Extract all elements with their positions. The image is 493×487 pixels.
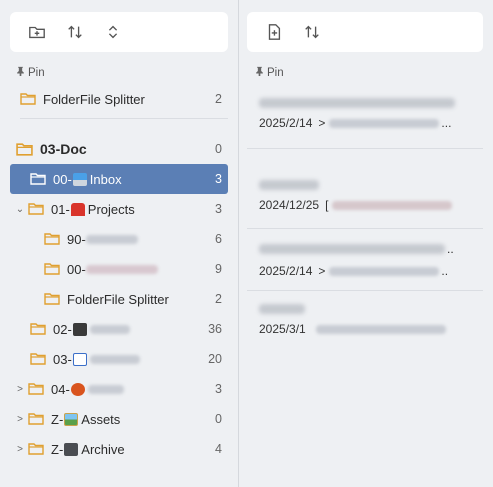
folder-item-archive[interactable]: > Z- Archive 4 [14, 434, 228, 464]
note-meta: 2024/12/25 [ [259, 198, 477, 212]
folder-item-folderfile-splitter[interactable]: FolderFile Splitter 2 [44, 284, 228, 314]
expand-collapse-icon[interactable] [102, 21, 124, 43]
chevron-right-icon[interactable]: > [14, 414, 26, 425]
folder-item-03[interactable]: 03- 20 [30, 344, 228, 374]
folder-icon [44, 293, 60, 305]
folder-item-projects[interactable]: ⌄ 01- Projects 3 [14, 194, 228, 224]
sort-icon[interactable] [64, 21, 86, 43]
folder-icon [44, 263, 60, 275]
folder-icon [28, 413, 44, 425]
file-cabinet-emoji-icon [64, 442, 79, 456]
inbox-tray-icon [72, 172, 87, 186]
redacted-title [259, 98, 455, 108]
redacted-preview [329, 266, 440, 276]
note-item[interactable]: 2024/12/25 [ [259, 180, 477, 212]
pin-section-label: Pin [16, 66, 45, 79]
folder-item-inbox[interactable]: 00- Inbox 3 [10, 164, 228, 194]
redacted-text [89, 354, 140, 364]
divider [247, 290, 483, 291]
folder-icon [44, 233, 60, 245]
folder-item-90[interactable]: 90- 6 [44, 224, 228, 254]
divider [20, 118, 228, 119]
pin-section-label: Pin [255, 66, 284, 79]
redacted-preview [332, 200, 453, 210]
folder-icon [30, 173, 46, 185]
note-meta: 2025/3/1 [259, 322, 477, 336]
pinned-folder-item[interactable]: FolderFile Splitter 2 [20, 84, 228, 114]
chevron-right-icon[interactable]: > [14, 444, 26, 455]
folder-pane: Pin FolderFile Splitter 2 03-Doc 0 00- I… [0, 0, 238, 487]
note-item[interactable]: 2025/2/14 > ... [259, 98, 477, 130]
folder-item-assets[interactable]: > Z- Assets 0 [14, 404, 228, 434]
redacted-text [87, 384, 124, 394]
file-pane: Pin 2025/2/14 > ... 2024/12/25 [ .. 2025… [239, 0, 493, 487]
folder-item-02[interactable]: 02- 36 [30, 314, 228, 344]
folder-icon [28, 383, 44, 395]
pushpin-emoji-icon [70, 202, 85, 216]
folder-toolbar [10, 12, 228, 52]
book-emoji-icon [72, 352, 87, 366]
note-meta: 2025/2/14 > .. [259, 264, 449, 278]
pin-icon [255, 66, 264, 79]
new-folder-icon[interactable] [26, 21, 48, 43]
redacted-title [259, 244, 445, 254]
folder-icon [30, 353, 46, 365]
folder-emoji-icon [72, 322, 87, 336]
redacted-title [259, 180, 319, 190]
picture-emoji-icon [64, 412, 79, 426]
note-meta: 2025/2/14 > ... [259, 116, 452, 130]
redacted-text [85, 234, 138, 244]
chevron-right-icon[interactable]: > [14, 384, 26, 395]
folder-icon [16, 142, 33, 156]
redacted-preview [329, 118, 440, 128]
folder-item-00[interactable]: 00- 9 [44, 254, 228, 284]
divider [247, 148, 483, 149]
file-toolbar [247, 12, 483, 52]
redacted-preview [315, 324, 446, 334]
chevron-down-icon[interactable]: ⌄ [14, 204, 26, 215]
folder-icon [30, 323, 46, 335]
root-folder-03-doc[interactable]: 03-Doc 0 [16, 134, 228, 164]
folder-icon [20, 93, 36, 105]
redacted-text [85, 264, 158, 274]
ball-emoji-icon [70, 382, 85, 396]
note-item[interactable]: 2025/3/1 [259, 304, 477, 336]
divider [247, 228, 483, 229]
new-file-icon[interactable] [263, 21, 285, 43]
sort-icon[interactable] [301, 21, 323, 43]
redacted-text [89, 324, 130, 334]
note-item[interactable]: .. 2025/2/14 > .. [259, 242, 477, 278]
folder-icon [28, 203, 44, 215]
folder-item-04[interactable]: > 04- 3 [14, 374, 228, 404]
pin-icon [16, 66, 25, 79]
folder-icon [28, 443, 44, 455]
redacted-title [259, 304, 305, 314]
